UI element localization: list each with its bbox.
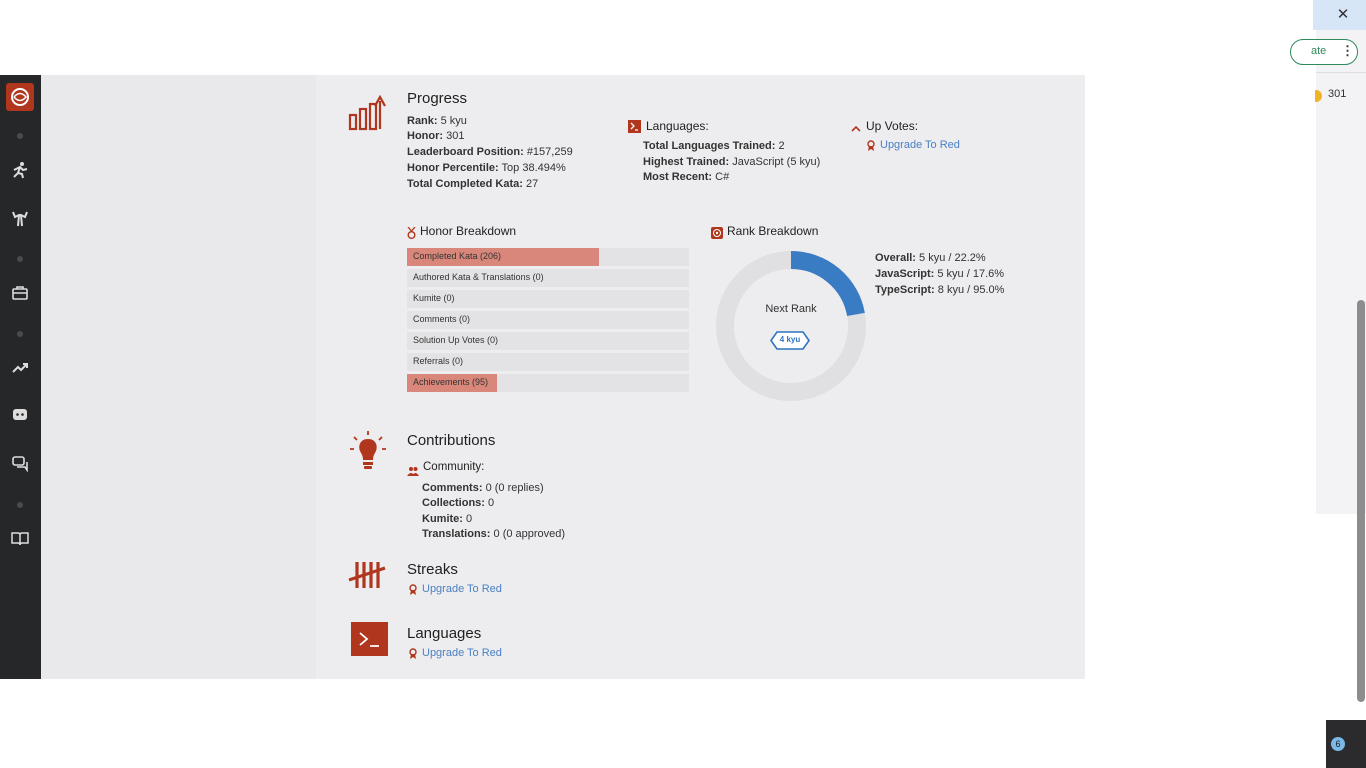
progress-title: Progress (407, 90, 468, 107)
codewars-logo[interactable] (6, 83, 34, 111)
chat-icon[interactable] (10, 454, 30, 474)
rank-breakdown-list: Overall: 5 kyu / 22.2% JavaScript: 5 kyu… (875, 250, 1004, 298)
ribbon-icon (409, 583, 417, 601)
progress-honor: Honor: 301 (407, 130, 465, 142)
nav-separator-dot (17, 331, 23, 337)
languages-summary-list: Total Languages Trained: 2 Highest Train… (643, 138, 820, 185)
notification-badge[interactable]: 6 (1331, 737, 1345, 751)
nav-separator-dot (17, 256, 23, 262)
medal-icon (407, 226, 416, 244)
most-recent: Most Recent: C# (643, 171, 730, 183)
honor-bar: Authored Kata & Translations (0) (407, 269, 689, 287)
honor-bar: Comments (0) (407, 311, 689, 329)
header-honor-value: 301 (1328, 88, 1347, 100)
community-label: Community: (423, 461, 485, 473)
honor-bar: Achievements (95) (407, 374, 689, 392)
terminal-icon (628, 120, 641, 138)
streaks-title: Streaks (407, 561, 458, 578)
honor-bar: Referrals (0) (407, 353, 689, 371)
honor-bar-label: Authored Kata & Translations (0) (413, 272, 544, 282)
practice-icon[interactable] (10, 208, 30, 228)
languages-section-title: Languages (407, 625, 482, 642)
up-votes-title: Up Votes: (866, 119, 919, 133)
update-chip[interactable]: ate ⋮ (1290, 39, 1358, 65)
contrib-comments: Comments: 0 (0 replies) (422, 482, 544, 494)
close-icon[interactable]: ✕ (1333, 5, 1353, 25)
honor-bar-label: Kumite (0) (413, 293, 455, 303)
up-votes-upgrade-link[interactable]: Upgrade To Red (880, 139, 960, 151)
progress-icon (348, 94, 390, 136)
rank-javascript: JavaScript: 5 kyu / 17.6% (875, 268, 1005, 280)
trending-icon[interactable] (10, 358, 30, 378)
highest-trained: Highest Trained: JavaScript (5 kyu) (643, 156, 821, 168)
progress-percentile: Honor Percentile: Top 38.494% (407, 162, 566, 174)
honor-bar-label: Comments (0) (413, 314, 471, 324)
nav-separator-dot (17, 502, 23, 508)
honor-bar-label: Solution Up Votes (0) (413, 335, 499, 345)
total-languages: Total Languages Trained: 2 (643, 140, 785, 152)
docs-book-icon[interactable] (10, 529, 30, 549)
contrib-collections: Collections: 0 (422, 497, 495, 509)
next-rank-badge: 4 kyu (770, 331, 810, 350)
honor-bar-label: Achievements (95) (413, 377, 489, 387)
nav-separator-dot (17, 133, 23, 139)
lightbulb-icon (349, 429, 387, 476)
community-icon (407, 463, 419, 481)
terminal-large-icon (351, 622, 388, 656)
progress-list: Rank: 5 kyu Honor: 301 Leaderboard Posit… (407, 114, 573, 192)
rank-overall: Overall: 5 kyu / 22.2% (875, 252, 986, 264)
honor-bar: Completed Kata (206) (407, 248, 689, 266)
briefcase-icon[interactable] (10, 283, 30, 303)
honor-breakdown-title: Honor Breakdown (420, 224, 517, 238)
rank-progress-donut (716, 251, 866, 401)
discord-icon[interactable] (10, 405, 30, 425)
progress-total-kata: Total Completed Kata: 27 (407, 178, 539, 190)
rank-breakdown-title: Rank Breakdown (727, 224, 819, 238)
ribbon-icon (409, 647, 417, 665)
profile-stats-panel: Progress Rank: 5 kyu Honor: 301 Leaderbo… (316, 75, 1085, 679)
honor-bar: Kumite (0) (407, 290, 689, 308)
next-rank-label: Next Rank (765, 303, 817, 315)
rank-typescript: TypeScript: 8 kyu / 95.0% (875, 284, 1005, 296)
training-icon[interactable] (10, 160, 30, 180)
contributions-title: Contributions (407, 432, 496, 449)
side-panel-divider (1316, 72, 1366, 73)
contributions-list: Comments: 0 (0 replies) Collections: 0 K… (422, 480, 565, 542)
menu-dots-icon[interactable]: ⋮ (1341, 43, 1354, 59)
languages-upgrade-link[interactable]: Upgrade To Red (422, 647, 502, 659)
progress-rank: Rank: 5 kyu (407, 115, 467, 127)
contrib-translations: Translations: 0 (0 approved) (422, 528, 566, 540)
chevron-up-icon (851, 121, 861, 139)
honor-bar-label: Completed Kata (206) (413, 251, 502, 261)
streaks-upgrade-link[interactable]: Upgrade To Red (422, 583, 502, 595)
ribbon-icon (867, 139, 875, 157)
page-gutter (41, 75, 316, 679)
contrib-kumite: Kumite: 0 (422, 513, 473, 525)
scrollbar-thumb[interactable] (1357, 300, 1365, 702)
honor-bar-label: Referrals (0) (413, 356, 464, 366)
target-icon (711, 226, 723, 244)
tally-marks-icon (348, 560, 386, 595)
progress-leaderboard: Leaderboard Position: #157,259 (407, 146, 573, 158)
honor-bar: Solution Up Votes (0) (407, 332, 689, 350)
languages-summary-title: Languages: (646, 119, 709, 133)
